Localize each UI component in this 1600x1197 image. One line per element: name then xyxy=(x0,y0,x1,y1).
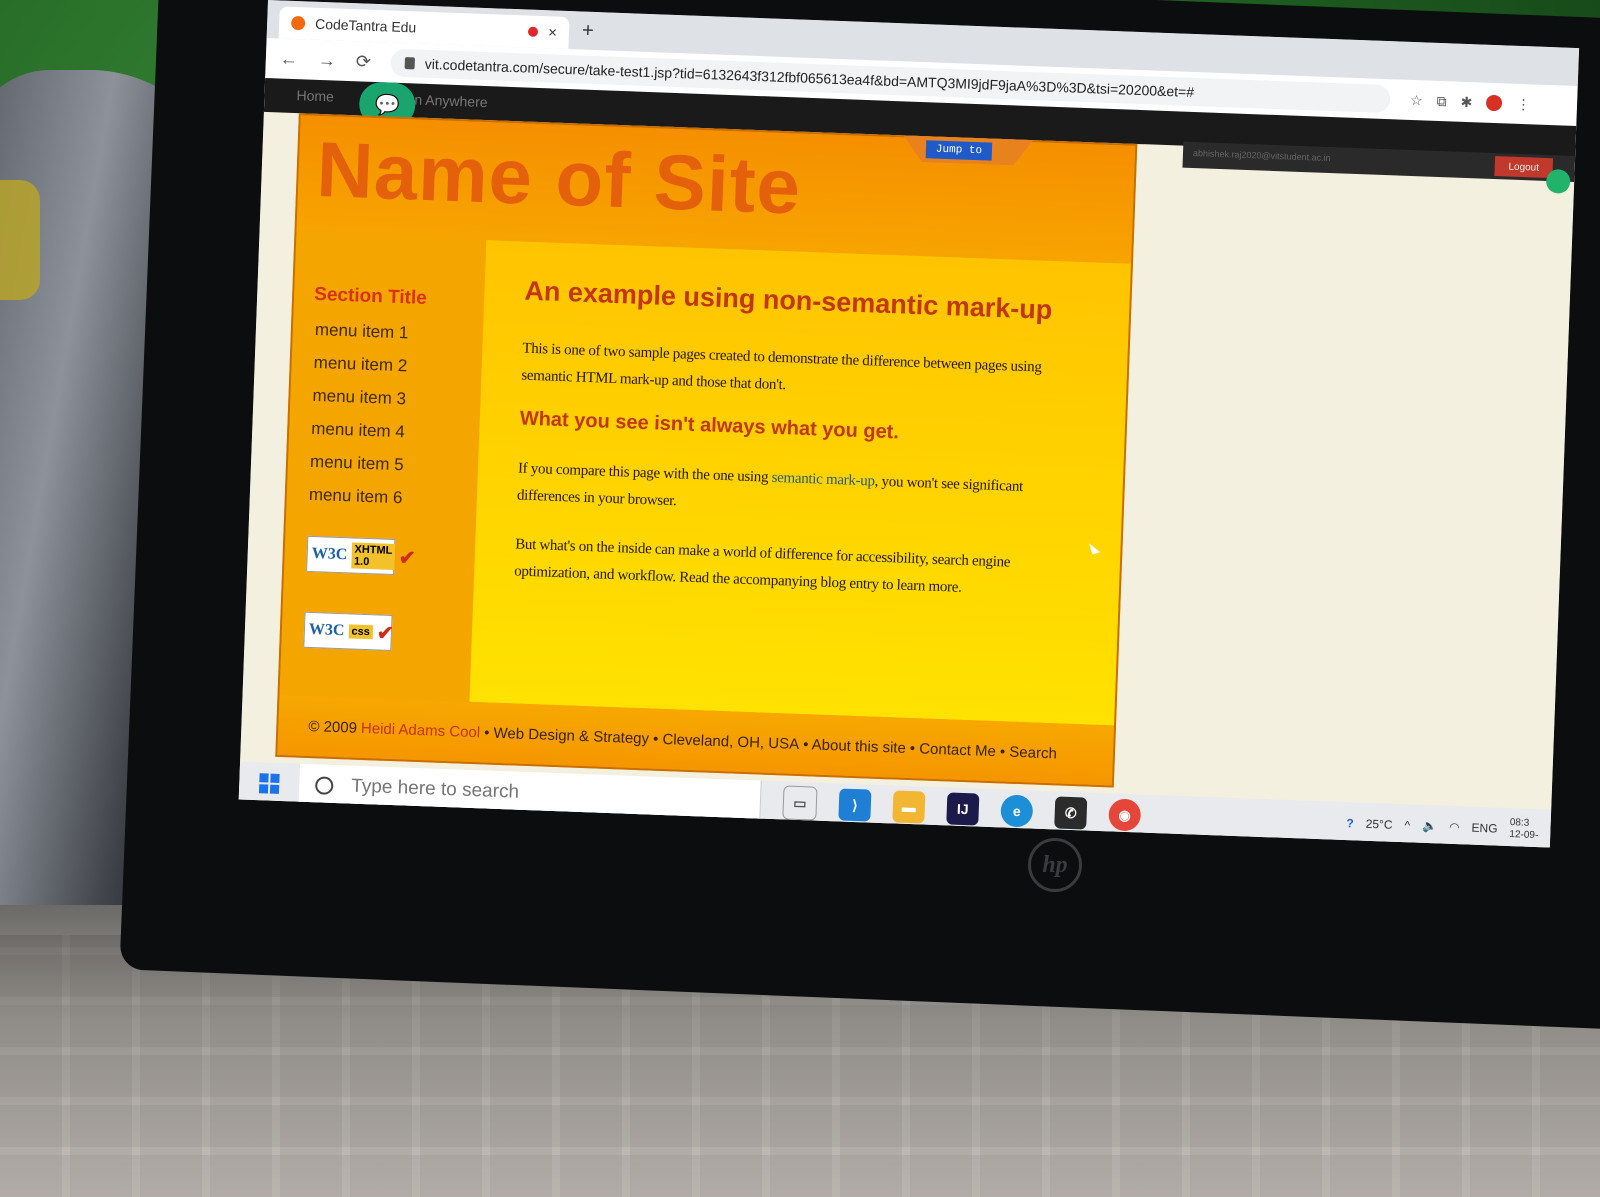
w3c-css-badge[interactable]: W3C css ✔ xyxy=(303,611,394,651)
chrome-icon[interactable]: ◉ xyxy=(1108,798,1142,832)
edge-icon[interactable]: e xyxy=(1000,794,1034,828)
footer-about-link[interactable]: • About this site xyxy=(803,736,906,757)
author-link[interactable]: Heidi Adams Cool xyxy=(361,719,481,740)
whatsapp-icon[interactable]: ✆ xyxy=(1054,796,1088,830)
intellij-icon[interactable]: IJ xyxy=(946,792,980,826)
help-icon[interactable]: ? xyxy=(1346,816,1354,830)
jump-to-button[interactable]: Jump to xyxy=(925,140,993,161)
mouse-cursor-icon xyxy=(1088,540,1101,555)
compare-paragraph: If you compare this page with the one us… xyxy=(516,455,1078,529)
xhtml-badge-label: XHTML 1.0 xyxy=(350,542,396,571)
clock-time: 08:3 xyxy=(1509,817,1530,829)
file-explorer-icon[interactable]: ▬ xyxy=(892,790,926,824)
user-email: abhishek.raj2020@vitstudent.ac.in xyxy=(1192,148,1331,164)
tab-search-icon[interactable]: ⧉ xyxy=(1436,92,1447,109)
extensions-icon[interactable]: ✱ xyxy=(1460,93,1472,110)
language-indicator[interactable]: ENG xyxy=(1471,821,1498,836)
footer-search-link[interactable]: • Search xyxy=(1000,743,1058,762)
menu-item-2[interactable]: menu item 2 xyxy=(313,353,407,376)
status-badge-icon xyxy=(1545,168,1571,194)
forward-button[interactable]: → xyxy=(317,49,336,71)
content-subheading: What you see isn't always what you get. xyxy=(519,407,900,444)
rendered-sample-page: Name of Site Section Title menu item 1 m… xyxy=(275,113,1138,788)
back-button[interactable]: ← xyxy=(279,48,299,70)
w3c-logo: W3C xyxy=(311,544,348,564)
content-heading: An example using non-semantic mark-up xyxy=(523,275,1053,325)
clock[interactable]: 08:3 12-09- xyxy=(1509,817,1539,842)
inside-paragraph: But what's on the inside can make a worl… xyxy=(513,536,1011,596)
clock-date: 12-09- xyxy=(1509,829,1539,842)
task-view-icon[interactable]: ▭ xyxy=(782,785,818,821)
new-tab-button[interactable]: + xyxy=(582,20,594,43)
semantic-markup-link[interactable]: semantic mark-up xyxy=(771,470,875,490)
toolbar-icons: ☆ ⧉ ✱ ⋮ xyxy=(1410,91,1531,112)
browser-menu-icon[interactable]: ⋮ xyxy=(1516,95,1531,113)
w3c-xhtml-badge[interactable]: W3C XHTML 1.0 ✔ xyxy=(306,535,416,576)
windows-logo-icon xyxy=(258,773,280,794)
reload-button[interactable]: ⟳ xyxy=(355,51,371,73)
tray-chevron-icon[interactable]: ^ xyxy=(1404,818,1410,832)
home-link[interactable]: Home xyxy=(296,87,334,104)
vscode-icon[interactable]: ⟩ xyxy=(838,788,872,822)
codetantra-favicon-icon xyxy=(290,15,306,31)
footer-item-web-design: • Web Design & Strategy xyxy=(483,723,650,747)
css-badge-label: css xyxy=(348,624,374,640)
hp-logo: hp xyxy=(1028,838,1082,892)
section-title: Section Title xyxy=(313,283,428,310)
anywhere-link[interactable]: n Anywhere xyxy=(414,91,488,110)
laptop-screen: CodeTantra Edu × + ← → ⟳ vit.codetantra.… xyxy=(238,0,1580,848)
menu-item-5[interactable]: menu item 5 xyxy=(310,452,404,475)
footer-contact-link[interactable]: • Contact Me xyxy=(910,740,997,760)
yellow-strap xyxy=(0,180,40,300)
search-icon xyxy=(314,776,334,795)
start-button[interactable] xyxy=(239,761,300,805)
profile-avatar[interactable] xyxy=(1486,94,1503,111)
system-tray: ? 25°C ^ 🔈 ◠ ENG 08:3 12-09- xyxy=(1346,811,1551,842)
check-icon: ✔ xyxy=(376,621,394,645)
weather-temperature[interactable]: 25°C xyxy=(1365,817,1392,832)
menu-item-3[interactable]: menu item 3 xyxy=(312,386,406,409)
menu-item-6[interactable]: menu item 6 xyxy=(309,485,403,508)
wifi-icon[interactable]: ◠ xyxy=(1449,820,1460,834)
tab-close-icon[interactable]: × xyxy=(548,24,557,41)
lock-icon xyxy=(404,57,416,70)
w3c-logo: W3C xyxy=(308,620,345,640)
site-content: An example using non-semantic mark-up Th… xyxy=(469,240,1131,726)
volume-icon[interactable]: 🔈 xyxy=(1422,819,1437,834)
menu-item-1[interactable]: menu item 1 xyxy=(315,320,409,343)
footer-item-location: • Cleveland, OH, USA xyxy=(652,730,800,753)
bookmark-star-icon[interactable]: ☆ xyxy=(1410,91,1423,108)
site-title: Name of Site xyxy=(315,124,803,231)
intro-paragraph: This is one of two sample pages created … xyxy=(521,340,1042,394)
tab-title: CodeTantra Edu xyxy=(314,15,417,36)
logout-button[interactable]: Logout xyxy=(1494,156,1554,179)
compare-text-before: If you compare this page with the one us… xyxy=(517,460,772,486)
recording-icon xyxy=(528,26,539,37)
check-icon: ✔ xyxy=(398,546,417,570)
site-sidebar: Section Title menu item 1 menu item 2 me… xyxy=(279,233,487,702)
menu-item-4[interactable]: menu item 4 xyxy=(311,419,405,442)
copyright-text: © 2009 xyxy=(308,717,358,737)
page-viewport: Home n Anywhere 💬 abhishek.raj2020@vitst… xyxy=(238,77,1577,848)
